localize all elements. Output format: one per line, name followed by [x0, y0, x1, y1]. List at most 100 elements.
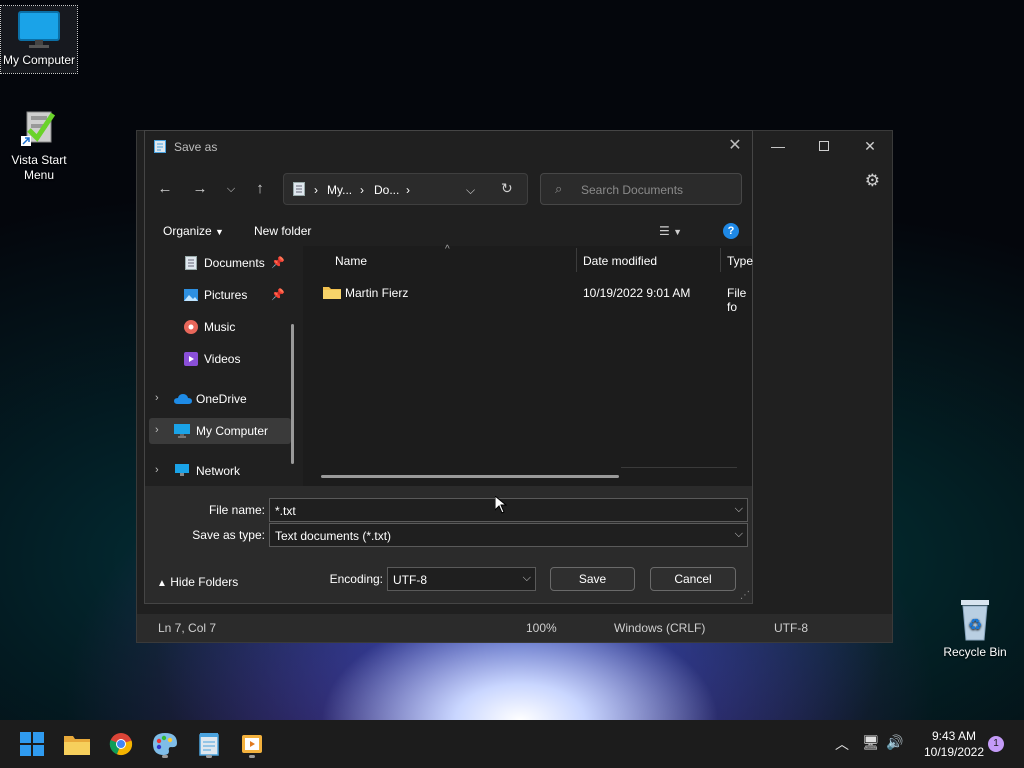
running-indicator — [162, 755, 168, 758]
file-name: Martin Fierz — [345, 286, 409, 300]
desktop-icon-label: Recycle Bin — [943, 645, 1007, 659]
network-icon[interactable]: 🖥 — [862, 734, 880, 751]
nav-item-my-computer[interactable]: › My Computer — [149, 418, 291, 444]
dialog-title: Save as — [174, 140, 218, 154]
encoding-status: UTF-8 — [774, 621, 808, 635]
new-folder-button[interactable]: New folder — [254, 224, 311, 238]
chevron-down-icon[interactable]: ⌵ — [523, 572, 531, 585]
line-endings: Windows (CRLF) — [614, 621, 706, 635]
column-header-type[interactable]: Type — [727, 254, 753, 268]
back-button[interactable]: ← — [155, 179, 175, 199]
search-box[interactable]: ⌕ Search Documents — [540, 173, 742, 205]
up-button[interactable]: ↑ — [250, 179, 270, 199]
pictures-icon — [184, 289, 198, 301]
chevron-right-icon[interactable]: › — [155, 464, 159, 476]
desktop-icon-my-computer[interactable]: My Computer — [0, 5, 78, 74]
hide-folders-button[interactable]: ▲ Hide Folders — [157, 575, 238, 589]
column-divider[interactable] — [720, 248, 721, 272]
address-bar[interactable]: › My... › Do... › ⌵ ↻ — [283, 173, 528, 205]
chevron-down-icon[interactable]: ⌵ — [735, 528, 743, 541]
address-dropdown-icon[interactable]: ⌵ — [466, 183, 475, 198]
nav-item-pictures[interactable]: Pictures 📌 — [145, 282, 295, 308]
gear-icon[interactable]: ⚙ — [865, 171, 880, 191]
chevron-right-icon: › — [360, 183, 364, 197]
chevron-right-icon[interactable]: › — [155, 424, 159, 436]
chevron-up-icon[interactable]: ︿ — [835, 734, 849, 754]
chevron-down-icon[interactable]: ⌵ — [735, 503, 743, 516]
forward-button[interactable]: → — [190, 179, 210, 199]
nav-item-onedrive[interactable]: › OneDrive — [145, 386, 295, 412]
nav-item-music[interactable]: Music — [145, 314, 295, 340]
running-indicator — [249, 755, 255, 758]
desktop-icon-vista-start-menu[interactable]: Vista Start Menu — [1, 106, 77, 183]
document-icon — [293, 182, 305, 196]
network-icon — [175, 464, 189, 476]
refresh-icon[interactable]: ↻ — [501, 180, 513, 197]
file-name-label: File name: — [208, 503, 265, 517]
music-icon — [184, 320, 198, 334]
column-header-date-modified[interactable]: Date modified — [583, 254, 657, 268]
dialog-close-button[interactable]: ✕ — [724, 135, 746, 157]
nav-scrollbar[interactable] — [291, 324, 294, 464]
resize-grip-icon[interactable]: ⋰ — [740, 590, 750, 601]
encoding-label: Encoding: — [329, 572, 383, 586]
taskbar: ︿ 🖥 🔊 9:43 AM 10/19/2022 1 — [0, 720, 1024, 768]
search-placeholder: Search Documents — [581, 183, 684, 197]
taskbar-file-explorer[interactable] — [61, 728, 93, 760]
nav-item-documents[interactable]: Documents 📌 — [145, 250, 295, 276]
horizontal-scrollbar[interactable] — [321, 475, 619, 478]
taskbar-notepad[interactable] — [193, 728, 225, 760]
taskbar-clock[interactable]: 9:43 AM 10/19/2022 — [912, 728, 996, 760]
file-name-input[interactable]: *.txt ⌵ — [269, 498, 748, 522]
column-divider[interactable] — [576, 248, 577, 272]
notepad-icon — [154, 140, 166, 153]
scroll-track — [621, 467, 737, 468]
save-button[interactable]: Save — [550, 567, 635, 591]
monitor-icon — [18, 11, 60, 48]
taskbar-media-player[interactable] — [236, 728, 268, 760]
notification-badge[interactable]: 1 — [988, 736, 1004, 752]
file-row[interactable]: Martin Fierz 10/19/2022 9:01 AM File fo — [315, 280, 752, 314]
paint-palette-icon — [153, 733, 177, 755]
notepad-icon — [199, 733, 219, 756]
recent-locations-button[interactable]: ⌵ — [221, 179, 241, 199]
volume-icon[interactable]: 🔊 — [886, 734, 903, 751]
desktop-icon-recycle-bin[interactable]: ♻ Recycle Bin — [937, 596, 1013, 660]
view-options-button[interactable]: ☰ ▼ — [659, 224, 682, 238]
svg-text:♻: ♻ — [968, 615, 982, 634]
clock-date: 10/19/2022 — [923, 745, 985, 759]
videos-icon — [184, 352, 198, 366]
minimize-button[interactable]: — — [755, 131, 801, 161]
start-button[interactable] — [16, 728, 48, 760]
navigation-pane: Documents 📌 Pictures 📌 Music Videos › On… — [145, 246, 303, 486]
taskbar-chrome[interactable] — [105, 728, 137, 760]
maximize-button[interactable] — [801, 131, 847, 161]
chevron-up-icon: ▲ — [157, 578, 167, 589]
maximize-icon — [819, 141, 829, 151]
media-player-icon — [242, 735, 262, 753]
column-header-name[interactable]: Name — [335, 254, 367, 268]
nav-item-videos[interactable]: Videos — [145, 346, 295, 372]
taskbar-paint[interactable] — [149, 728, 181, 760]
sort-ascending-icon: ^ — [445, 244, 450, 255]
desktop-icon-label: My Computer — [2, 53, 76, 67]
details-view-icon: ☰ — [659, 224, 670, 238]
chevron-right-icon: › — [406, 183, 410, 197]
cursor-position: Ln 7, Col 7 — [158, 621, 217, 635]
notepad-status-bar: Ln 7, Col 7 100% Windows (CRLF) UTF-8 — [137, 614, 892, 642]
save-as-dialog: Save as ✕ ← → ⌵ ↑ › My... › Do... › ⌵ ↻ … — [144, 130, 753, 604]
encoding-select[interactable]: UTF-8 ⌵ — [387, 567, 536, 591]
close-button[interactable]: ✕ — [847, 131, 893, 161]
start-menu-shortcut-icon — [21, 111, 56, 146]
chevron-right-icon[interactable]: › — [155, 392, 159, 404]
nav-item-network[interactable]: › Network — [145, 458, 295, 484]
breadcrumb-my-computer[interactable]: My... — [327, 183, 352, 197]
save-type-select[interactable]: Text documents (*.txt) ⌵ — [269, 523, 748, 547]
organize-button[interactable]: Organize ▼ — [163, 224, 224, 238]
onedrive-icon — [174, 394, 192, 404]
monitor-icon — [174, 424, 190, 438]
breadcrumb-documents[interactable]: Do... — [374, 183, 399, 197]
clock-time: 9:43 AM — [931, 729, 977, 743]
help-button[interactable]: ? — [723, 223, 739, 239]
cancel-button[interactable]: Cancel — [650, 567, 736, 591]
